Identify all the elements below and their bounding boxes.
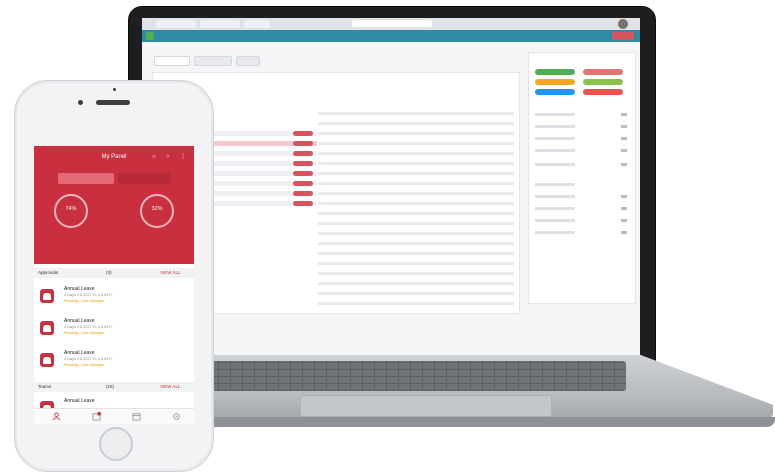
list-item[interactable]: Annual Leave 2 Days 2.5.2017 To 3.5.2017… [34,282,194,313]
teams-header: Teams (15) VIEW ALL [34,382,194,392]
laptop-base-edge [196,417,775,427]
settings-icon[interactable] [172,412,181,421]
status-badge [293,131,313,136]
leave-icon [40,289,54,303]
bottom-tab-bar [34,408,194,424]
home-button[interactable] [99,427,133,461]
panel-header: My Panel ○ ○ ⋮ 74% 32% [34,146,194,264]
segment-tab[interactable] [118,173,170,184]
browser-tab[interactable] [156,20,196,28]
avatar[interactable] [618,19,628,29]
status-badge [293,191,313,196]
view-all-link[interactable]: VIEW ALL [160,384,181,389]
app-navbar [142,30,640,42]
progress-ring-left: 74% [54,194,88,228]
status-badge [293,201,313,206]
segment-tab-active[interactable] [58,173,114,184]
browser-tab[interactable] [244,20,270,28]
leave-status: Pending - Line Manager [64,331,105,335]
status-badge [293,151,313,156]
section-label: Approvals [38,270,59,275]
leave-status: Pending - Line Manager [64,299,105,303]
browser-tab-strip [142,18,640,30]
filter-chip[interactable] [583,69,623,75]
touchpad [300,395,552,417]
progress-ring-right: 32% [140,194,174,228]
leave-icon [40,321,54,335]
user-menu-button[interactable] [612,32,634,40]
bell-icon[interactable]: ○ [166,154,172,160]
leave-title: Annual Leave [64,286,95,292]
leave-dates: 2 Days 2.5.2017 To 3.5.2017 [64,357,113,361]
filter-chip[interactable] [535,69,575,75]
phone-screen: My Panel ○ ○ ⋮ 74% 32% Approvals (3) VIE… [34,146,194,424]
status-badge [293,141,313,146]
leave-dates: 2 Days 2.5.2017 To 3.5.2017 [64,325,113,329]
section-label: Teams [38,384,52,389]
subtab[interactable] [194,56,232,66]
list-item[interactable]: Annual Leave 2 Days 2.5.2017 To 3.5.2017… [34,346,194,377]
laptop-screen [142,18,640,356]
list-item[interactable]: Annual Leave 2 Days 2.5.2017 To 3.5.2017… [34,314,194,345]
home-button[interactable] [146,32,154,40]
leave-title: Annual Leave [64,350,95,356]
leave-status: Pending - Line Manager [64,363,105,367]
filter-chip[interactable] [535,79,575,85]
subtab[interactable] [236,56,260,66]
more-icon[interactable]: ⋮ [180,154,186,160]
status-badge [293,161,313,166]
ring-value: 74% [65,206,77,212]
leave-dates: 2 Days 2.5.2017 To 3.5.2017 [64,293,113,297]
phone-camera [78,100,83,105]
section-count: (15) [106,384,115,389]
leave-icon [40,353,54,367]
subtab[interactable] [154,56,190,66]
inbox-icon[interactable] [92,412,101,421]
calendar-icon[interactable] [132,412,141,421]
right-panel [528,52,636,304]
phone-sensor [113,88,116,91]
ring-value: 32% [151,206,163,212]
leave-title: Annual Leave [64,398,95,404]
filter-chip[interactable] [535,89,575,95]
approvals-header: Approvals (3) VIEW ALL [34,268,194,278]
browser-tab[interactable] [200,20,240,28]
status-badge [293,181,313,186]
phone-speaker [96,100,130,105]
browser-address-bar[interactable] [352,20,432,27]
leave-title: Annual Leave [64,318,95,324]
status-badge [293,171,313,176]
filter-chip[interactable] [583,89,623,95]
search-icon[interactable]: ○ [152,154,158,160]
people-icon[interactable] [52,412,61,421]
keyboard [206,361,626,391]
section-count: (3) [106,270,112,275]
filter-chip[interactable] [583,79,623,85]
view-all-link[interactable]: VIEW ALL [160,270,181,275]
